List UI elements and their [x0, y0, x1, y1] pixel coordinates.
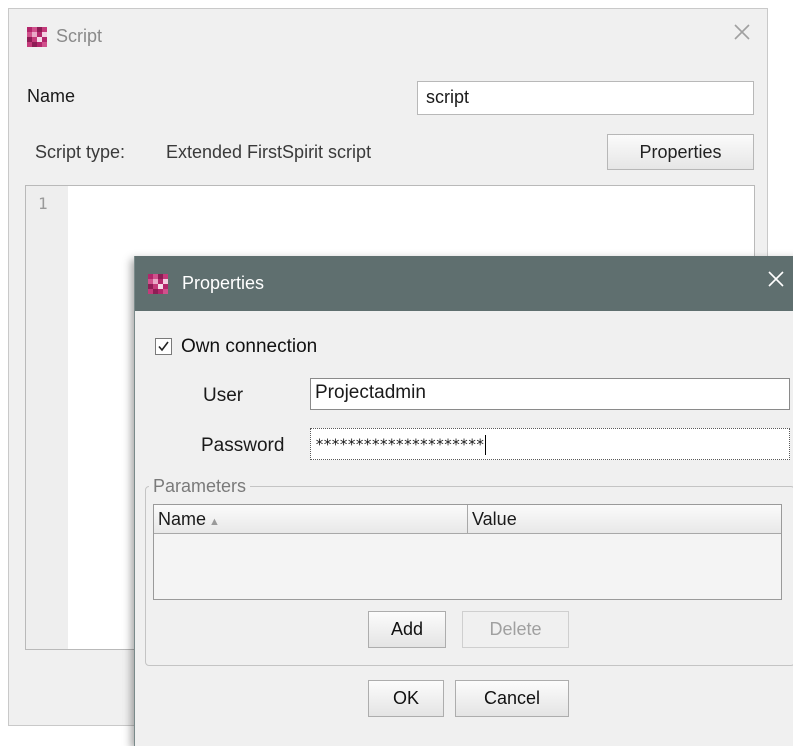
script-type-label: Script type: — [35, 142, 126, 162]
script-window-title: Script — [56, 26, 103, 46]
user-label: User — [203, 385, 244, 406]
line-number-gutter: 1 — [26, 186, 68, 649]
own-connection-checkbox[interactable] — [155, 338, 172, 355]
properties-titlebar[interactable]: Properties — [135, 256, 793, 311]
user-input[interactable]: Projectadmin — [310, 378, 790, 410]
delete-button: Delete — [462, 611, 569, 648]
firstspirit-logo-icon — [148, 274, 168, 294]
script-type-value: Extended FirstSpirit script — [166, 142, 372, 162]
cancel-button[interactable]: Cancel — [455, 680, 569, 717]
script-titlebar: Script — [9, 9, 767, 65]
name-label: Name — [27, 86, 76, 106]
column-header-name[interactable]: Name ▲ — [154, 505, 468, 534]
password-masked-value: ********************* — [315, 435, 485, 454]
firstspirit-logo-icon — [27, 27, 47, 47]
column-header-name-label: Name — [158, 509, 207, 529]
text-caret — [484, 435, 486, 455]
column-header-value-label: Value — [472, 509, 517, 529]
close-icon[interactable] — [729, 21, 755, 47]
own-connection-label[interactable]: Own connection — [181, 336, 317, 358]
column-header-value[interactable]: Value — [468, 505, 781, 534]
password-label: Password — [201, 435, 285, 456]
password-input[interactable]: ********************* — [310, 428, 790, 460]
checkmark-icon — [158, 341, 169, 352]
close-icon[interactable] — [763, 268, 789, 294]
script-name-input[interactable]: script — [417, 81, 754, 115]
ok-button[interactable]: OK — [368, 680, 444, 717]
add-button[interactable]: Add — [368, 611, 446, 648]
properties-dialog: Properties Own connection User Projectad… — [134, 256, 793, 746]
parameters-legend: Parameters — [149, 476, 251, 497]
properties-dialog-title: Properties — [182, 273, 265, 293]
sort-ascending-icon: ▲ — [209, 516, 220, 528]
parameters-table[interactable]: Name ▲ Value — [153, 504, 782, 600]
line-number: 1 — [38, 194, 48, 213]
properties-button[interactable]: Properties — [607, 134, 754, 170]
